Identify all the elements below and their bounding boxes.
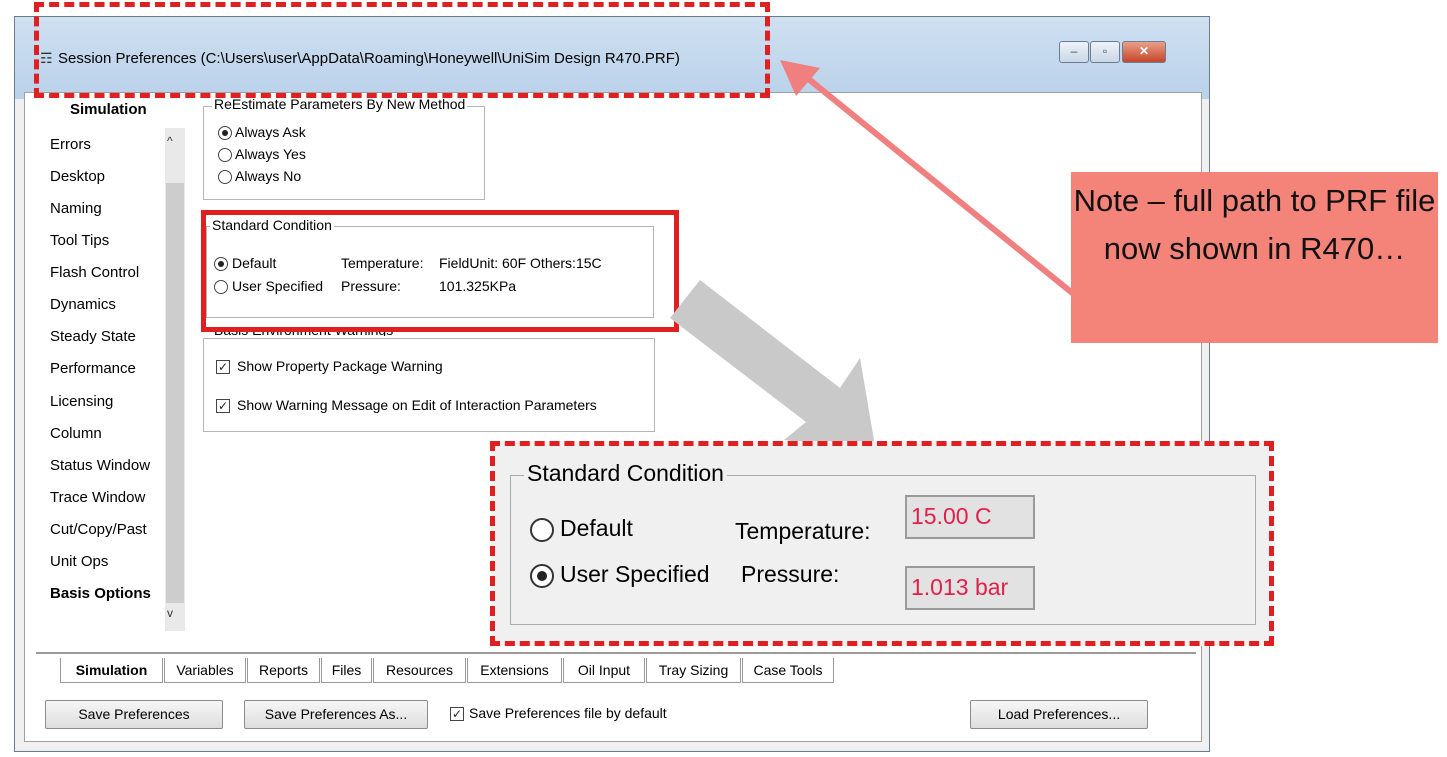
save-preferences-button[interactable]: Save Preferences [45,700,223,729]
sidebar-item-flash-control[interactable]: Flash Control [50,264,139,281]
sidebar-item-naming[interactable]: Naming [50,200,102,217]
sidebar-item-dynamics[interactable]: Dynamics [50,296,116,313]
sidebar-heading: Simulation [70,101,147,118]
sidebar-item-tool-tips[interactable]: Tool Tips [50,232,109,249]
tab-oil-input[interactable]: Oil Input [563,658,645,683]
load-preferences-button[interactable]: Load Preferences... [970,700,1148,729]
radio-always-no[interactable] [218,170,232,184]
sidebar-item-trace-window[interactable]: Trace Window [50,489,145,506]
radio-always-ask[interactable] [218,126,232,140]
zoom-highlight-box [490,441,1274,646]
tab-case-tools[interactable]: Case Tools [742,658,834,683]
sidebar-item-status-window[interactable]: Status Window [50,457,150,474]
sidebar-item-licensing[interactable]: Licensing [50,393,113,410]
radio-always-ask-label: Always Ask [235,124,306,140]
sidebar-item-steady-state[interactable]: Steady State [50,328,136,345]
basis-warnings-group [203,338,655,432]
scroll-up-icon[interactable]: ^ [167,134,173,148]
tab-extensions[interactable]: Extensions [467,658,562,683]
sidebar-item-column[interactable]: Column [50,425,102,442]
radio-always-yes-label: Always Yes [235,146,306,162]
sidebar-item-unit-ops[interactable]: Unit Ops [50,553,108,570]
tab-simulation[interactable]: Simulation [60,658,163,683]
sidebar-item-basis-options[interactable]: Basis Options [50,585,151,602]
sidebar-scrollbar-thumb[interactable] [166,183,184,603]
annotation-note: Note – full path to PRF file now shown i… [1071,172,1438,343]
close-button[interactable]: ✕ [1122,41,1166,63]
tab-reports[interactable]: Reports [247,658,320,683]
sidebar-item-desktop[interactable]: Desktop [50,168,105,185]
tab-files[interactable]: Files [321,658,372,683]
tab-resources[interactable]: Resources [373,658,466,683]
check-property-package-warning-label: Show Property Package Warning [237,358,443,374]
save-default-checkbox[interactable]: ✓ [450,707,464,721]
tab-variables[interactable]: Variables [164,658,246,683]
standard-condition-highlight-box [201,210,679,332]
check-property-package-warning[interactable]: ✓ [216,360,230,374]
maximize-button[interactable]: ▫ [1090,41,1120,63]
sidebar-item-performance[interactable]: Performance [50,360,136,377]
check-interaction-parameters-warning[interactable]: ✓ [216,399,230,413]
note-pointer-arrow-icon [780,60,1078,299]
radio-always-yes[interactable] [218,148,232,162]
tab-strip-line [36,652,1196,654]
sidebar-item-errors[interactable]: Errors [50,136,91,153]
save-default-label: Save Preferences file by default [469,705,667,721]
title-highlight-box [34,2,770,98]
check-interaction-parameters-warning-label: Show Warning Message on Edit of Interact… [237,397,597,413]
save-preferences-as-button[interactable]: Save Preferences As... [244,700,428,729]
tab-tray-sizing[interactable]: Tray Sizing [646,658,741,683]
sidebar-item-cut-copy-paste[interactable]: Cut/Copy/Past [50,521,147,538]
radio-always-no-label: Always No [235,168,302,184]
reestimate-group-title: ReEstimate Parameters By New Method [212,96,468,112]
scroll-down-icon[interactable]: v [167,606,173,620]
